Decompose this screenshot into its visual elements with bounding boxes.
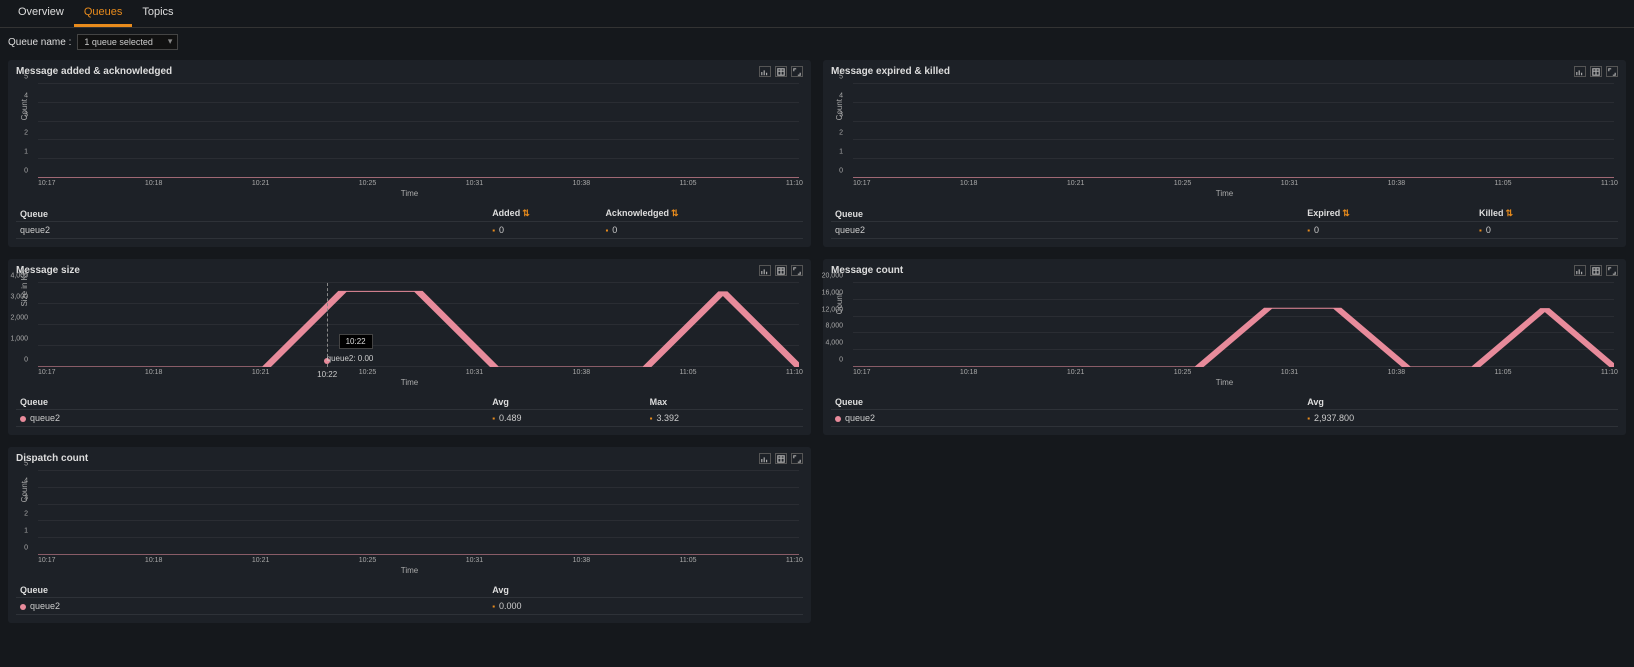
- legend-value: 0: [1475, 222, 1618, 239]
- legend-table: QueueAvgqueue20.000: [16, 583, 803, 615]
- legend-table: QueueAvgqueue22,937.800: [831, 395, 1618, 427]
- panel-message-added-ack: Message added & acknowledged Count 01234…: [8, 60, 811, 247]
- panel-message-size: Message size Size in KB 01,0002,0003,000…: [8, 259, 811, 435]
- legend-value: 0: [488, 222, 601, 239]
- legend-col: Queue: [831, 395, 1303, 410]
- legend-table: QueueExpired⇅Killed⇅queue200: [831, 206, 1618, 239]
- tab-overview[interactable]: Overview: [8, 2, 74, 27]
- legend-queue: queue2: [16, 598, 488, 615]
- legend-col: Added⇅: [488, 206, 601, 222]
- x-axis-label: Time: [831, 189, 1618, 198]
- legend-queue: queue2: [16, 410, 488, 427]
- legend-value: 0: [1303, 222, 1475, 239]
- x-ticks: 10:1710:1810:2110:2510:3110:3811:0511:10: [853, 180, 1618, 187]
- panel-message-count: Message count Count 04,0008,00012,00016,…: [823, 259, 1626, 435]
- sort-icon[interactable]: ⇅: [1506, 208, 1514, 218]
- legend-col: Avg: [488, 395, 645, 410]
- legend-value: 2,937.800: [1303, 410, 1618, 427]
- tab-queues[interactable]: Queues: [74, 2, 133, 27]
- panel-title: Message expired & killed: [831, 66, 950, 77]
- x-ticks: 10:1710:1810:2110:2510:3110:3811:0511:10: [38, 180, 803, 187]
- sort-icon[interactable]: ⇅: [1342, 208, 1350, 218]
- legend-value: 0: [601, 222, 803, 239]
- panel-table-icon[interactable]: [775, 66, 787, 77]
- panel-message-expired-killed: Message expired & killed Count 012345 10…: [823, 60, 1626, 247]
- sort-icon[interactable]: ⇅: [522, 208, 530, 218]
- x-axis-label: Time: [16, 189, 803, 198]
- panel-expand-icon[interactable]: [791, 66, 803, 77]
- tab-topics[interactable]: Topics: [132, 2, 183, 27]
- x-ticks: 10:1710:1810:2110:2510:3110:3811:0511:10: [38, 557, 803, 564]
- panel-chart-icon[interactable]: [759, 66, 771, 77]
- chart-line: [38, 471, 799, 555]
- legend-row: queue22,937.800: [831, 410, 1618, 427]
- panel-chart-icon[interactable]: [759, 453, 771, 464]
- legend-table: QueueAdded⇅Acknowledged⇅queue200: [16, 206, 803, 239]
- legend-value: 3.392: [646, 410, 803, 427]
- legend-col: Avg: [1303, 395, 1618, 410]
- legend-queue: queue2: [831, 410, 1303, 427]
- panel-expand-icon[interactable]: [1606, 265, 1618, 276]
- chart-area[interactable]: Count 012345: [38, 470, 799, 555]
- legend-table: QueueAvgMaxqueue20.4893.392: [16, 395, 803, 427]
- legend-col: Avg: [488, 583, 803, 598]
- legend-col: Queue: [16, 395, 488, 410]
- legend-row: queue20.4893.392: [16, 410, 803, 427]
- legend-queue: queue2: [831, 222, 1303, 239]
- legend-row: queue20.000: [16, 598, 803, 615]
- chart-line: [853, 283, 1614, 367]
- queue-name-label: Queue name :: [8, 37, 71, 48]
- panel-expand-icon[interactable]: [791, 265, 803, 276]
- chart-line: [38, 84, 799, 178]
- panel-table-icon[interactable]: [775, 453, 787, 464]
- panel-icon-group: [759, 265, 803, 276]
- chart-area[interactable]: Count 04,0008,00012,00016,00020,000: [853, 282, 1614, 367]
- panel-icon-group: [759, 453, 803, 464]
- x-axis-label: Time: [16, 378, 803, 387]
- panel-table-icon[interactable]: [1590, 66, 1602, 77]
- chart-area[interactable]: Size in KB 01,0002,0003,0004,000 10:22 q…: [38, 282, 799, 367]
- x-ticks: 10:1710:1810:2110:2510:3110:3811:0511:10: [853, 369, 1618, 376]
- legend-value: 0.489: [488, 410, 645, 427]
- legend-col: Expired⇅: [1303, 206, 1475, 222]
- legend-col: Killed⇅: [1475, 206, 1618, 222]
- panel-title: Message added & acknowledged: [16, 66, 172, 77]
- panel-icon-group: [1574, 66, 1618, 77]
- legend-col: Queue: [16, 583, 488, 598]
- x-axis-label: Time: [831, 378, 1618, 387]
- panel-expand-icon[interactable]: [1606, 66, 1618, 77]
- x-ticks: 10:1710:1810:2110:2510:3110:3811:0511:10: [38, 369, 803, 376]
- legend-row: queue200: [16, 222, 803, 239]
- chart-line: [38, 283, 799, 367]
- panel-chart-icon[interactable]: [1574, 265, 1586, 276]
- legend-col: Acknowledged⇅: [601, 206, 803, 222]
- panel-chart-icon[interactable]: [1574, 66, 1586, 77]
- x-axis-label: Time: [16, 566, 803, 575]
- legend-queue: queue2: [16, 222, 488, 239]
- panel-icon-group: [759, 66, 803, 77]
- chart-line: [853, 84, 1614, 178]
- filter-bar: Queue name : 1 queue selected: [0, 28, 1634, 56]
- panel-expand-icon[interactable]: [791, 453, 803, 464]
- sort-icon[interactable]: ⇅: [671, 208, 679, 218]
- legend-value: 0.000: [488, 598, 803, 615]
- legend-col: Queue: [831, 206, 1303, 222]
- panel-table-icon[interactable]: [775, 265, 787, 276]
- panel-icon-group: [1574, 265, 1618, 276]
- tooltip-xtick: 10:22: [317, 370, 337, 379]
- nav-tabs: Overview Queues Topics: [0, 0, 1634, 28]
- legend-col: Max: [646, 395, 803, 410]
- panel-table-icon[interactable]: [1590, 265, 1602, 276]
- queue-name-select[interactable]: 1 queue selected: [77, 34, 178, 50]
- chart-area[interactable]: Count 012345: [38, 83, 799, 178]
- chart-area[interactable]: Count 012345: [853, 83, 1614, 178]
- tooltip-value: queue2: 0.00: [327, 354, 374, 363]
- panel-dispatch-count: Dispatch count Count 012345 10:1710:1810…: [8, 447, 811, 623]
- panel-chart-icon[interactable]: [759, 265, 771, 276]
- legend-row: queue200: [831, 222, 1618, 239]
- legend-col: Queue: [16, 206, 488, 222]
- tooltip: 10:22: [339, 334, 373, 349]
